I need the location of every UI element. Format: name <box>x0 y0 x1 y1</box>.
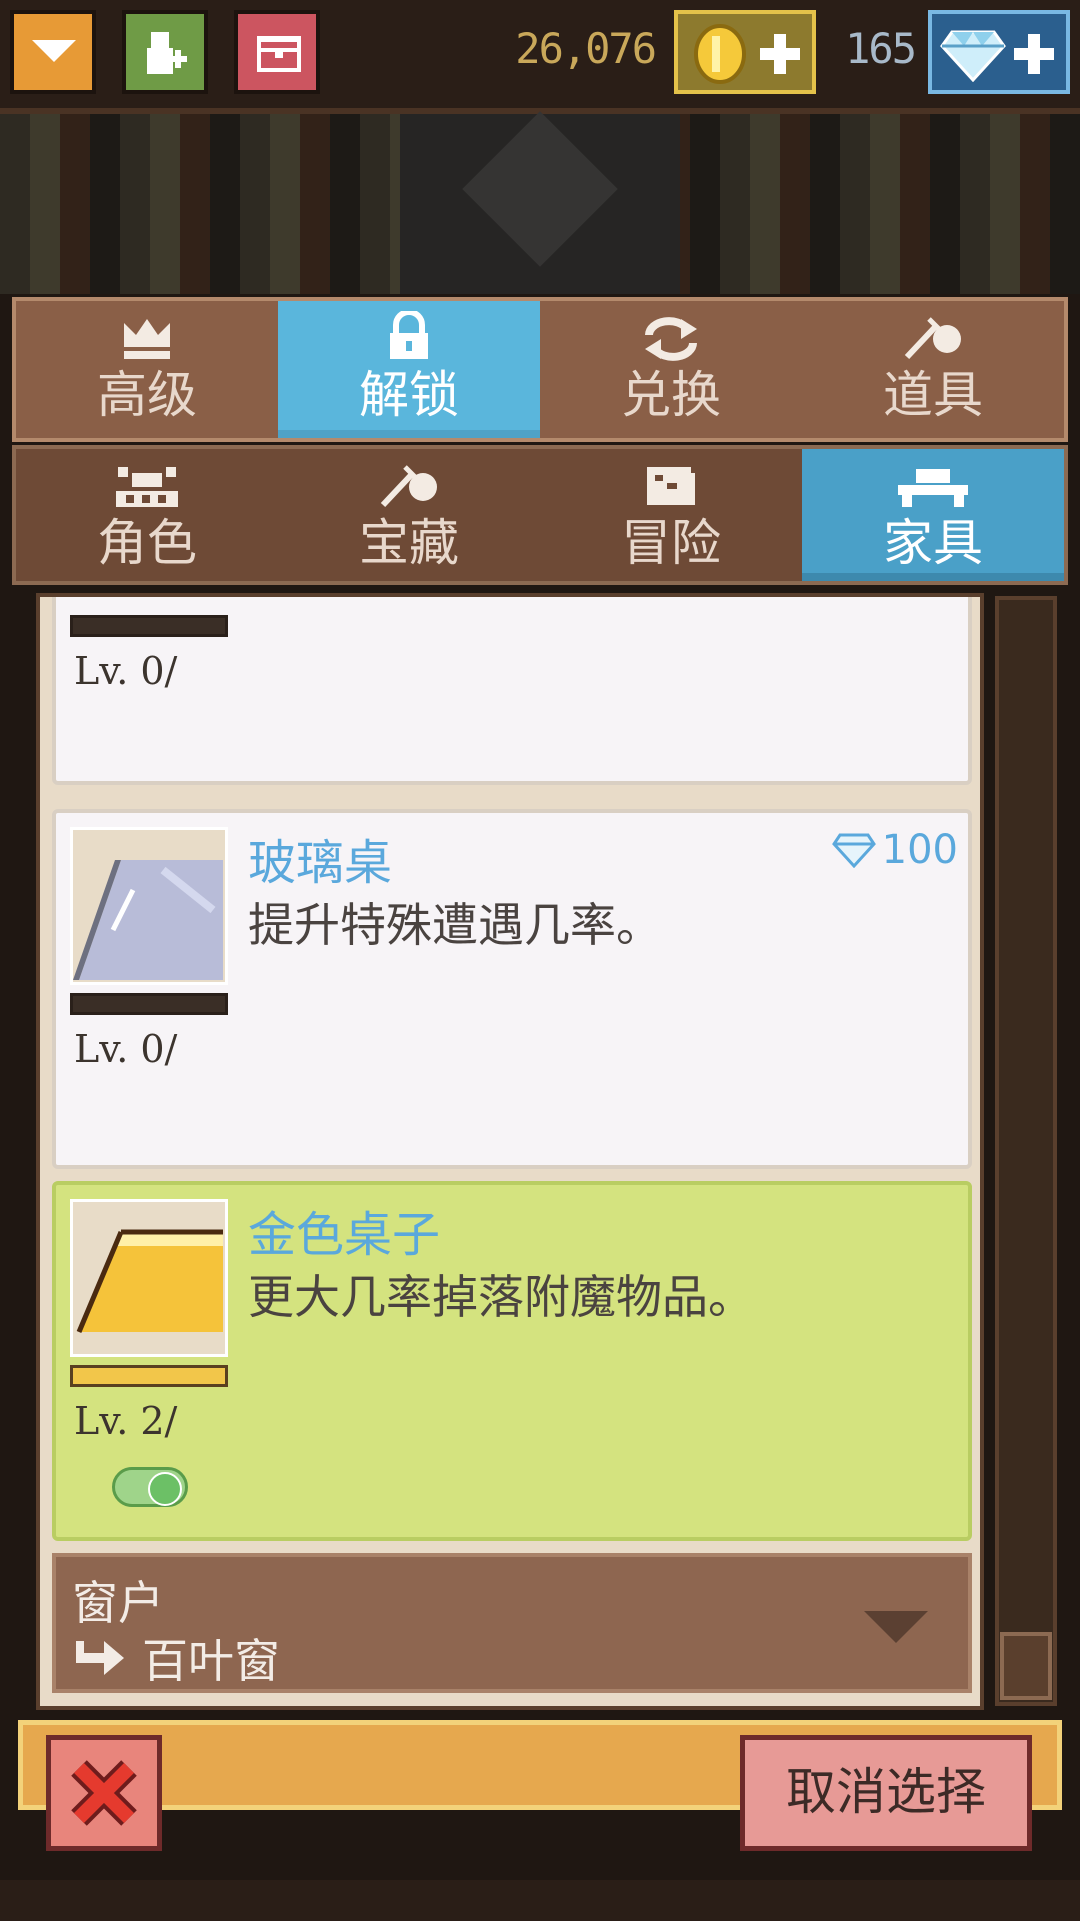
tab-premium[interactable]: 高级 <box>16 301 278 438</box>
item-description: 提升特殊遭遇几率。 <box>248 898 662 952</box>
exchange-icon <box>645 317 697 361</box>
coin-icon <box>694 24 746 84</box>
deselect-button[interactable]: 取消选择 <box>740 1735 1032 1851</box>
close-button[interactable] <box>46 1735 162 1851</box>
top-bar: 26,076 165 <box>0 0 1080 114</box>
furniture-card-golden-table[interactable]: 金色桌子 更大几率掉落附魔物品。 Lv. 2/ <box>52 1181 972 1541</box>
tab-furniture[interactable]: 家具 <box>802 449 1064 581</box>
item-icon <box>904 317 961 360</box>
plus-icon <box>760 34 800 74</box>
golden-table-icon <box>76 1229 223 1333</box>
diamond-icon <box>940 30 1006 82</box>
arrow-right-icon <box>76 1641 124 1675</box>
buy-gems-button[interactable] <box>928 10 1070 94</box>
chevron-down-icon <box>864 1611 928 1643</box>
character-icon <box>116 467 178 507</box>
add-character-button[interactable] <box>122 10 208 94</box>
tab-label: 角色 <box>97 514 197 572</box>
chest-icon <box>257 36 301 72</box>
tab-treasure[interactable]: 宝藏 <box>278 449 540 581</box>
coin-count: 26,076 <box>515 24 657 73</box>
tab-label: 家具 <box>883 514 983 572</box>
tab-label: 道具 <box>883 366 983 424</box>
level-label: Lv. 2/ <box>74 1399 178 1443</box>
furniture-card-glass-table[interactable]: 玻璃桌 100 提升特殊遭遇几率。 Lv. 0/ <box>52 809 972 1169</box>
scroll-icon <box>647 467 695 505</box>
level-progress-bar <box>70 993 228 1015</box>
main-tab-bar: 高级 解锁 兑换 道具 <box>12 297 1068 442</box>
tab-exchange[interactable]: 兑换 <box>540 301 802 438</box>
scrollbar-thumb[interactable] <box>1000 1632 1052 1700</box>
chest-button[interactable] <box>234 10 320 94</box>
category-value: 百叶窗 <box>142 1634 280 1688</box>
tab-label: 兑换 <box>621 366 721 424</box>
dropdown-menu-button[interactable] <box>10 10 96 94</box>
scrollbar-track[interactable] <box>995 596 1057 1706</box>
level-progress-bar <box>70 1365 228 1387</box>
item-description: 更大几率掉落附魔物品。 <box>248 1270 754 1324</box>
tab-label: 冒险 <box>621 514 721 572</box>
diamond-icon <box>831 833 876 868</box>
price-value: 100 <box>881 827 958 873</box>
treasure-icon <box>380 465 437 508</box>
category-title: 窗户 <box>72 1576 164 1630</box>
tab-characters[interactable]: 角色 <box>16 449 278 581</box>
level-progress-bar <box>70 615 228 637</box>
close-icon <box>71 1760 137 1826</box>
item-thumbnail <box>70 1199 228 1357</box>
glass-table-icon <box>73 860 223 980</box>
item-name: 玻璃桌 <box>248 835 393 891</box>
item-price[interactable]: 100 <box>831 827 958 873</box>
tab-adventure[interactable]: 冒险 <box>540 449 802 581</box>
level-label: Lv. 0/ <box>74 649 178 693</box>
sub-tab-bar: 角色 宝藏 冒险 家具 <box>12 445 1068 585</box>
lock-icon <box>390 311 428 359</box>
furniture-icon <box>898 469 968 507</box>
tab-label: 高级 <box>97 366 197 424</box>
category-selector[interactable]: 窗户 百叶窗 <box>52 1553 972 1693</box>
bottom-strip <box>0 1880 1080 1921</box>
buy-coins-button[interactable] <box>674 10 816 94</box>
tab-label: 宝藏 <box>359 514 459 572</box>
furniture-list[interactable]: Lv. 0/ 玻璃桌 100 提升特殊遭遇几率。 Lv. 0/ 金色桌子 更大几… <box>36 593 984 1710</box>
crown-icon <box>124 319 170 359</box>
furniture-card[interactable]: Lv. 0/ <box>52 597 972 785</box>
item-name: 金色桌子 <box>248 1207 441 1263</box>
tab-unlock[interactable]: 解锁 <box>278 301 540 438</box>
level-label: Lv. 0/ <box>74 1027 178 1071</box>
plus-icon <box>1014 34 1054 74</box>
tab-items[interactable]: 道具 <box>802 301 1064 438</box>
add-character-icon <box>147 32 187 74</box>
tab-label: 解锁 <box>359 366 459 424</box>
equip-toggle[interactable] <box>112 1467 188 1507</box>
item-thumbnail <box>70 827 228 985</box>
gem-count: 165 <box>845 24 917 73</box>
background-emblem <box>400 114 680 294</box>
